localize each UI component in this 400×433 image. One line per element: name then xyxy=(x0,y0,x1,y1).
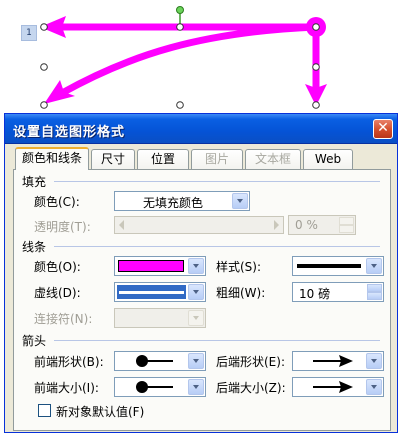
dropdown-arrow-icon[interactable] xyxy=(188,284,204,300)
line-style-preview xyxy=(297,264,361,268)
default-for-new-objects-label: 新对象默认值(F) xyxy=(56,405,145,419)
begin-style-label: 前端形状(B): xyxy=(34,355,104,369)
dropdown-arrow-icon[interactable] xyxy=(366,353,382,369)
dropdown-arrow-icon[interactable] xyxy=(366,258,382,274)
dialog-title: 设置自选图形格式 xyxy=(13,125,126,140)
fill-color-dropdown[interactable]: 无填充颜色 xyxy=(114,191,250,211)
dropdown-arrow-icon[interactable] xyxy=(188,379,204,395)
tab-strip: 颜色和线条 尺寸 位置 图片 文本框 Web xyxy=(15,147,390,170)
begin-style-dropdown[interactable] xyxy=(114,351,206,371)
dash-dropdown[interactable] xyxy=(114,282,206,302)
dot-arrow-icon xyxy=(136,355,173,367)
arrows-section-divider xyxy=(54,340,380,341)
selection-handle[interactable] xyxy=(40,23,48,31)
begin-size-label: 前端大小(I): xyxy=(34,381,99,395)
rotation-handle[interactable] xyxy=(176,6,184,14)
spin-up-icon[interactable] xyxy=(367,284,382,292)
transparency-label: 透明度(T): xyxy=(34,220,91,234)
tab-web[interactable]: Web xyxy=(303,149,353,169)
fill-section-divider xyxy=(54,181,380,182)
selection-handle[interactable] xyxy=(312,63,320,71)
close-icon: ✕ xyxy=(377,120,389,136)
arrows-section-label: 箭头 xyxy=(22,334,47,348)
end-style-dropdown[interactable] xyxy=(292,351,384,371)
line-style-dropdown[interactable] xyxy=(292,256,384,276)
default-for-new-objects-checkbox[interactable] xyxy=(38,404,51,417)
line-style-label: 样式(S): xyxy=(216,260,262,274)
fill-color-value: 无填充颜色 xyxy=(142,196,203,210)
tab-colors-and-lines[interactable]: 颜色和线条 xyxy=(15,147,89,170)
tab-picture: 图片 xyxy=(191,149,243,169)
weight-label: 粗细(W): xyxy=(216,286,266,300)
arrow-curve[interactable] xyxy=(58,23,320,97)
spin-down-icon xyxy=(339,225,354,233)
begin-size-dropdown[interactable] xyxy=(114,377,206,397)
selection-handle[interactable] xyxy=(312,23,320,31)
slider-right-icon xyxy=(274,220,279,230)
transparency-value: 0 % xyxy=(295,218,318,232)
fill-color-label: 颜色(C): xyxy=(34,195,80,209)
spin-down-icon[interactable] xyxy=(367,292,382,300)
connector-label: 连接符(N): xyxy=(34,312,93,326)
drawing-canvas[interactable]: 1 xyxy=(0,0,400,120)
transparency-slider xyxy=(114,216,284,234)
end-size-dropdown[interactable] xyxy=(292,377,384,397)
selection-handle[interactable] xyxy=(40,63,48,71)
dropdown-arrow-icon[interactable] xyxy=(188,258,204,274)
dialog-titlebar[interactable]: 设置自选图形格式 ✕ xyxy=(5,114,397,144)
transparency-spinner: 0 % xyxy=(288,215,356,235)
selection-handles[interactable] xyxy=(40,23,320,109)
fill-section-label: 填充 xyxy=(22,175,47,189)
colors-and-lines-panel: 填充 颜色(C): 无填充颜色 透明度(T): 0 % 线条 颜色(O): 样式… xyxy=(13,169,391,431)
dropdown-arrow-icon xyxy=(188,310,204,326)
slider-left-icon xyxy=(119,220,124,230)
arrow-head-icon xyxy=(313,381,353,393)
tab-textbox: 文本框 xyxy=(245,149,301,169)
dash-preview-line xyxy=(119,291,184,294)
selection-handle[interactable] xyxy=(40,101,48,109)
selection-handle[interactable] xyxy=(312,101,320,109)
weight-spinner[interactable]: 10 磅 xyxy=(292,282,384,302)
close-button[interactable]: ✕ xyxy=(373,119,393,139)
end-size-label: 后端大小(Z): xyxy=(216,381,286,395)
dropdown-arrow-icon[interactable] xyxy=(232,193,248,209)
line-color-dropdown[interactable] xyxy=(114,256,206,276)
dropdown-arrow-icon[interactable] xyxy=(366,379,382,395)
end-style-label: 后端形状(E): xyxy=(216,355,285,369)
connector-dropdown xyxy=(114,308,206,328)
line-color-label: 颜色(O): xyxy=(34,260,81,274)
spin-up-icon xyxy=(339,217,354,225)
line-color-swatch xyxy=(118,260,184,272)
selection-handle[interactable] xyxy=(176,101,184,109)
format-autoshape-dialog: 设置自选图形格式 ✕ 颜色和线条 尺寸 位置 图片 文本框 Web 填充 颜色(… xyxy=(4,113,398,433)
selection-handle[interactable] xyxy=(176,23,184,31)
line-section-label: 线条 xyxy=(22,240,47,254)
arrow-head-icon xyxy=(313,355,353,367)
tab-position[interactable]: 位置 xyxy=(137,149,189,169)
selected-arrow-shape[interactable] xyxy=(0,0,400,120)
dropdown-arrow-icon[interactable] xyxy=(188,353,204,369)
line-section-divider xyxy=(54,246,380,247)
dash-label: 虚线(D): xyxy=(34,286,81,300)
dash-selected-highlight xyxy=(117,285,186,299)
tab-size[interactable]: 尺寸 xyxy=(91,149,135,169)
weight-value: 10 磅 xyxy=(299,287,331,301)
dot-arrow-icon xyxy=(136,381,173,393)
